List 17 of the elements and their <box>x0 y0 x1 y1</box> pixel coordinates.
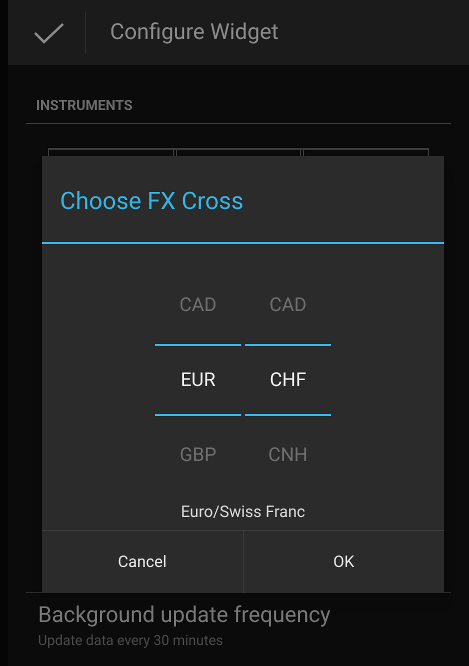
window-title: Configure Widget <box>110 19 279 47</box>
pair-description: Euro/Swiss Franc <box>180 501 306 523</box>
setting-title[interactable]: Background update frequency <box>38 601 451 631</box>
picker-value: CAD <box>179 292 217 318</box>
picker-value: CNH <box>268 442 308 468</box>
setting-summary: Update data every 30 minutes <box>38 632 224 651</box>
section-header: INSTRUMENTS <box>36 98 132 114</box>
picker-value: GBP <box>180 442 216 468</box>
picker-value: CAD <box>269 292 307 318</box>
picker-value: EUR <box>180 366 216 393</box>
dialog-button[interactable]: Cancel <box>42 531 242 593</box>
dialog-button[interactable]: OK <box>242 531 444 593</box>
check-icon[interactable] <box>33 20 65 44</box>
picker-value: CHF <box>270 366 306 393</box>
dialog-title: Choose FX Cross <box>60 186 244 217</box>
currency-picker[interactable]: CAD EUR GBP <box>155 266 241 494</box>
currency-picker[interactable]: CAD CHF CNH <box>245 266 331 494</box>
